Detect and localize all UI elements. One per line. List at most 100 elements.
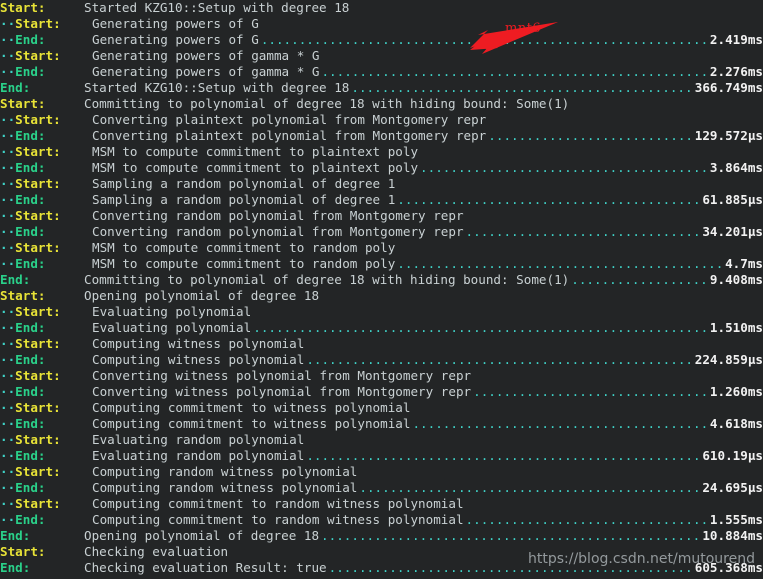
log-level-label: End: [15,256,46,271]
log-message: Converting witness polynomial from Montg… [92,384,472,399]
log-level-label: End: [15,352,46,367]
start-label: ··Start: [0,464,84,480]
log-level-label: End: [15,480,46,495]
end-label: ··End: [0,32,84,48]
end-label: ··End: [0,416,84,432]
elapsed-time-value: 2.276ms [709,64,763,79]
log-message: Computing commitment to random witness p… [92,496,464,511]
start-label: ··Start: [0,432,84,448]
log-output: Start:Started KZG10::Setup with degree 1… [0,0,763,576]
log-line: End: Committing to polynomial of degree 1… [0,272,763,288]
log-line: ··Start: MSM to compute commitment to pla… [0,144,763,160]
log-message: Computing random witness polynomial [92,464,358,479]
start-label: ··Start: [0,112,84,128]
log-message: MSM to compute commitment to plaintext p… [92,144,419,159]
log-line: ··Start: Computing commitment to random w… [0,496,763,512]
log-message: Sampling a random polynomial of degree 1 [92,192,396,207]
log-message: Converting plaintext polynomial from Mon… [92,128,487,143]
start-label: ··Start: [0,16,84,32]
log-level-label: Start: [15,16,61,31]
indent-dots: ·· [0,176,16,191]
log-level-label: End: [15,224,46,239]
end-label: ··End: [0,192,84,208]
annotation-label: mnt6 [505,21,542,36]
start-label: ··Start: [0,400,84,416]
log-line: ··Start: Evaluating random polynomial [0,432,763,448]
log-level-label: Start: [15,208,61,223]
log-level-label: Start: [15,400,61,415]
log-level-label: End: [15,32,46,47]
log-message: Committing to polynomial of degree 18 wi… [84,96,570,111]
end-label: End: [0,272,84,288]
log-message: Evaluating random polynomial [92,448,305,463]
log-level-label: End: [15,192,46,207]
elapsed-time-value: 129.572µs [694,128,763,143]
log-message: Converting witness polynomial from Montg… [92,368,472,383]
log-line: ··End: Converting random polynomial from … [0,224,763,240]
indent-dots: ·· [0,480,16,495]
log-line: ··End: Computing commitment to random wit… [0,512,763,528]
indent-dots: ·· [0,416,16,431]
indent-dots: ·· [0,224,16,239]
log-line: ··Start: Computing commitment to witness … [0,400,763,416]
start-label: ··Start: [0,240,84,256]
log-line: ··Start: Computing random witness polynom… [0,464,763,480]
elapsed-time-value: 24.695µs [702,480,763,495]
log-level-label: End: [15,64,46,79]
elapsed-time-value: 9.408ms [709,272,763,287]
leader-dots: ................................... [473,384,709,399]
log-line: ··End: Generating powers of G............… [0,32,763,48]
end-label: End: [0,528,84,544]
log-line: ··Start: Converting plaintext polynomial … [0,112,763,128]
indent-dots: ·· [0,464,16,479]
log-level-label: Start: [15,112,61,127]
log-level-label: Start: [15,176,61,191]
log-line: ··End: Evaluating polynomial.............… [0,320,763,336]
log-line: ··End: Evaluating random polynomial......… [0,448,763,464]
log-level-label: Start: [0,96,46,111]
log-message: Computing commitment to random witness p… [92,512,464,527]
log-message: Started KZG10::Setup with degree 18 [84,0,350,15]
leader-dots: ........................................… [260,32,709,47]
elapsed-time-value: 3.864ms [709,160,763,175]
log-line: ··End: MSM to compute commitment to rando… [0,256,763,272]
log-level-label: End: [15,416,46,431]
log-line: ··End: Converting plaintext polynomial fr… [0,128,763,144]
leader-dots: ........................................… [321,64,709,79]
leader-dots: ........................................… [321,528,702,543]
end-label: End: [0,560,84,576]
start-label: Start: [0,288,84,304]
indent-dots: ·· [0,32,16,47]
end-label: ··End: [0,320,84,336]
log-line: ··End: Computing random witness polynomia… [0,480,763,496]
indent-dots: ·· [0,144,16,159]
indent-dots: ·· [0,320,16,335]
log-message: Committing to polynomial of degree 18 wi… [84,272,570,287]
log-message: Generating powers of gamma * G [92,48,320,63]
log-message: Converting random polynomial from Montgo… [92,208,464,223]
log-message: Computing witness polynomial [92,352,305,367]
log-level-label: Start: [0,0,46,15]
watermark-text: https://blog.csdn.net/mutourend [527,551,755,567]
log-line: Start: Committing to polynomial of degree… [0,96,763,112]
log-message: Started KZG10::Setup with degree 18 [84,80,350,95]
leader-dots: ........................................… [420,160,709,175]
elapsed-time-value: 1.555ms [709,512,763,527]
log-level-label: End: [0,272,31,287]
log-line: ··End: Sampling a random polynomial of de… [0,192,763,208]
log-level-label: End: [15,160,46,175]
log-line: ··Start: MSM to compute commitment to ran… [0,240,763,256]
indent-dots: ·· [0,432,16,447]
log-line: ··Start: Generating powers of gamma * G [0,48,763,64]
indent-dots: ·· [0,64,16,79]
elapsed-time-value: 610.19µs [702,448,763,463]
start-label: ··Start: [0,304,84,320]
indent-dots: ·· [0,48,16,63]
indent-dots: ·· [0,160,16,175]
start-label: ··Start: [0,176,84,192]
log-message: Evaluating polynomial [92,304,252,319]
log-level-label: Start: [0,544,46,559]
indent-dots: ·· [0,112,16,127]
indent-dots: ·· [0,368,16,383]
log-level-label: End: [15,448,46,463]
